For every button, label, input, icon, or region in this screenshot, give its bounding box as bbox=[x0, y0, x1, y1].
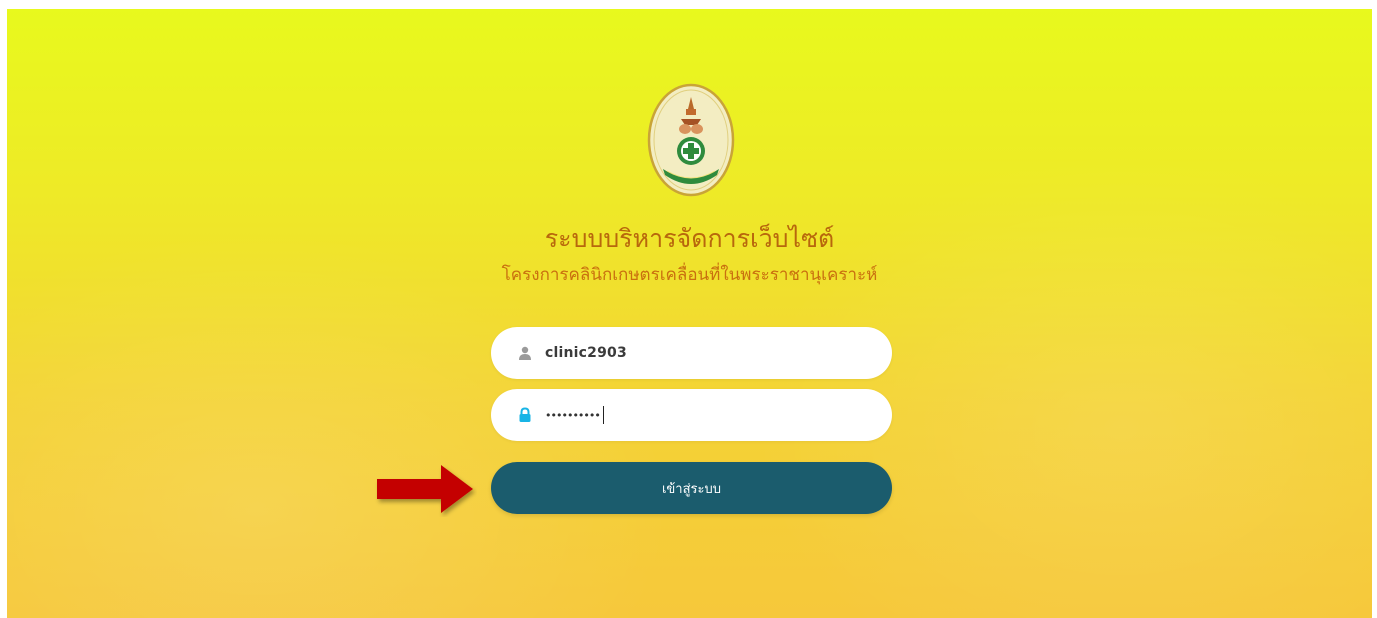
page-title: ระบบบริหารจัดการเว็บไซต์ bbox=[544, 224, 835, 253]
password-mask: •••••••••• bbox=[545, 408, 601, 422]
username-value: clinic2903 bbox=[545, 345, 627, 361]
password-value: •••••••••• bbox=[545, 406, 604, 424]
password-field[interactable]: •••••••••• bbox=[491, 389, 892, 441]
text-caret bbox=[602, 406, 604, 424]
login-button[interactable]: เข้าสู่ระบบ bbox=[491, 462, 892, 514]
red-arrow-right-icon bbox=[377, 465, 473, 513]
user-icon bbox=[517, 345, 533, 361]
clinic-emblem-logo bbox=[647, 83, 735, 197]
username-field[interactable]: clinic2903 bbox=[491, 327, 892, 379]
page-subtitle: โครงการคลินิกเกษตรเคลื่อนที่ในพระราชานุเ… bbox=[501, 265, 878, 285]
lock-icon bbox=[517, 407, 533, 423]
login-page: ระบบบริหารจัดการเว็บไซต์ โครงการคลินิกเก… bbox=[7, 9, 1372, 618]
